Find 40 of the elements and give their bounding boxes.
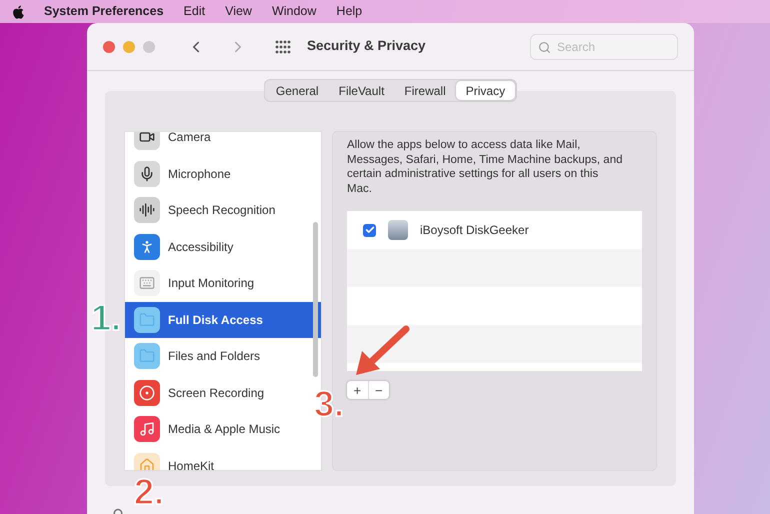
menu-item[interactable]: View (225, 2, 252, 21)
menu-item[interactable]: Help (336, 2, 362, 21)
list-item[interactable]: Full Disk Access (125, 302, 321, 338)
tab[interactable]: Firewall (394, 81, 456, 100)
microphone-icon (134, 160, 160, 187)
app-icon (388, 220, 408, 240)
sound-wave-icon (134, 197, 160, 224)
apple-logo-icon[interactable] (12, 4, 24, 18)
step-number: 2. (134, 474, 164, 510)
scrollbar[interactable] (313, 222, 318, 377)
list-item[interactable]: Speech Recognition (125, 192, 321, 228)
checkbox[interactable] (363, 224, 376, 236)
list-item[interactable]: Input Monitoring (125, 265, 321, 302)
folder-icon (134, 343, 160, 370)
accessibility-icon (134, 234, 160, 260)
tab[interactable]: FileVault (328, 81, 394, 100)
list-item[interactable]: Files and Folders (125, 338, 321, 374)
menu-item[interactable]: Edit (184, 2, 206, 21)
close-button[interactable] (103, 40, 115, 52)
description-text: Allow the apps below to access data like Mail, Messages, Safari, Home, Time Machine backups, and certain administrative settings for all users on this Mac. (347, 138, 624, 196)
window-title: Security & Privacy (307, 37, 426, 56)
tab[interactable]: General (266, 81, 329, 100)
record-icon (134, 380, 160, 406)
tab[interactable]: Privacy (456, 81, 516, 100)
grid-icon[interactable] (275, 40, 291, 54)
folder-icon (134, 306, 160, 333)
list-item[interactable]: Microphone (125, 156, 321, 192)
list-item[interactable]: HomeKit (125, 448, 321, 470)
search-field[interactable]: Search (530, 34, 678, 60)
list-item[interactable]: Camera (125, 132, 321, 156)
step-number: 1. (91, 300, 122, 336)
remove-button[interactable]: − (368, 381, 389, 399)
app-menu[interactable]: System Preferences (44, 2, 164, 21)
keyboard-icon (134, 270, 160, 296)
app-name: iBoysoft DiskGeeker (420, 222, 529, 239)
menu-item[interactable]: Window (272, 2, 316, 21)
search-icon (538, 40, 551, 54)
music-note-icon (134, 416, 160, 442)
list-item[interactable]: Accessibility (125, 228, 321, 265)
add-button[interactable]: + (347, 381, 368, 399)
